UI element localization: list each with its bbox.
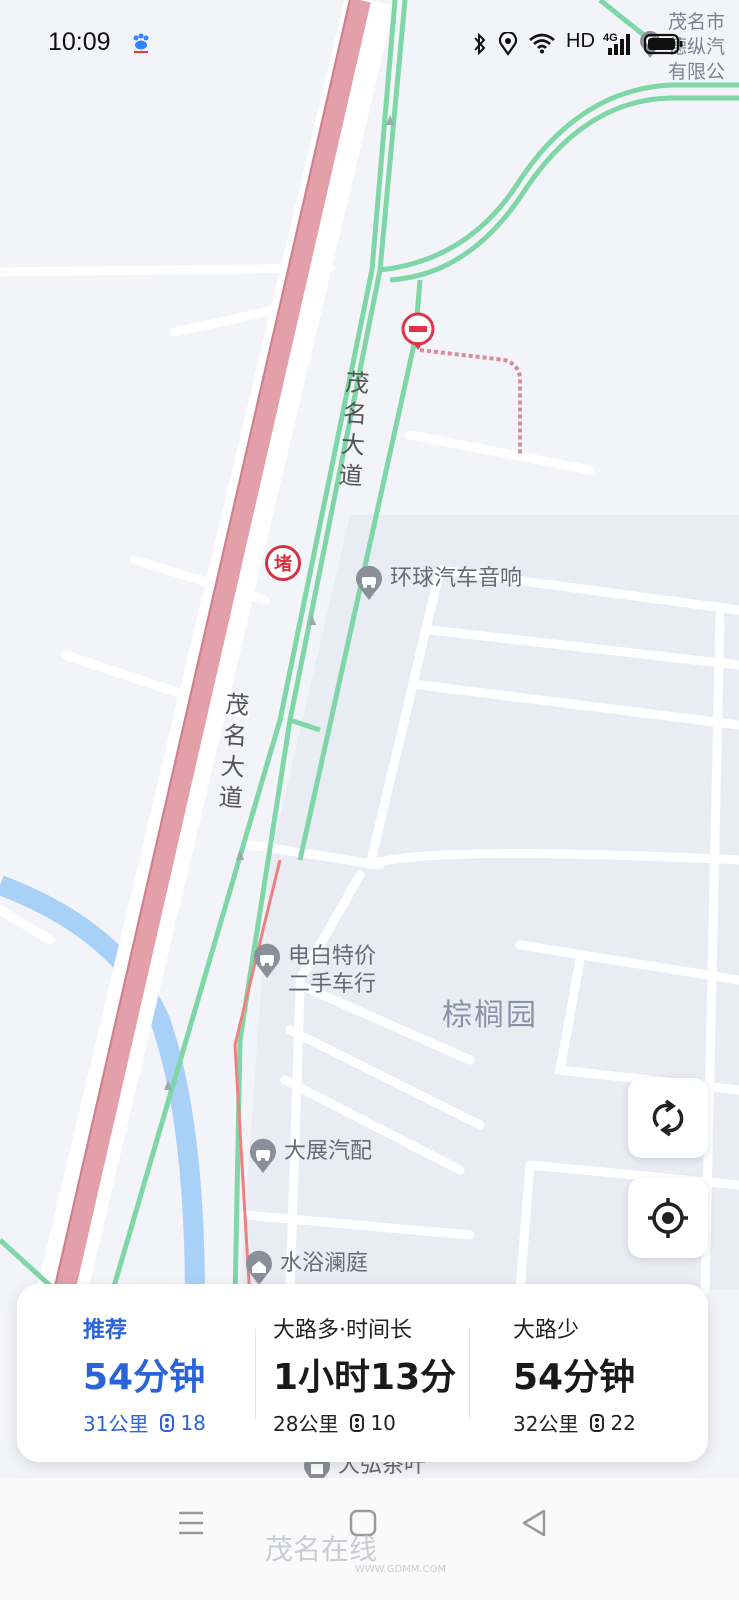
status-bar: 10:09 HD 4G [0, 0, 739, 90]
route-meta: 32公里 22 [513, 1408, 636, 1437]
watermark: 茂名在线 [265, 1533, 378, 1566]
battery-icon [644, 33, 683, 55]
refresh-button[interactable] [628, 1078, 708, 1158]
route-option-main-roads[interactable]: 大路多·时间长 1小时13分 28公里 10 [257, 1284, 471, 1462]
route-lights: 18 [180, 1410, 206, 1435]
route-meta: 31公里 18 [83, 1408, 206, 1437]
route-duration: 54分钟 [513, 1357, 636, 1398]
traffic-light-icon [590, 1413, 605, 1432]
network-label: HD [566, 30, 595, 52]
signal-icon [608, 34, 630, 55]
house-pin-icon [246, 1250, 272, 1285]
locate-button[interactable] [628, 1178, 708, 1258]
route-distance: 32公里 [513, 1412, 579, 1436]
route-lights: 22 [610, 1410, 636, 1435]
route-options-panel: 推荐 54分钟 31公里 18 大路多·时间长 1小时13分 28公里 10 大… [17, 1284, 708, 1462]
baidu-paw-icon [133, 33, 149, 53]
bluetooth-icon [474, 32, 486, 56]
poi-label: 电白特价 二手车行 [288, 944, 377, 997]
poi-label: 环球汽车音响 [390, 566, 523, 591]
menu-icon[interactable] [177, 1510, 205, 1536]
road-closure-pin[interactable] [400, 312, 436, 352]
poi-dazhan[interactable]: 大展汽配 [248, 1138, 372, 1174]
route-distance: 31公里 [83, 1412, 149, 1436]
route-option-recommended[interactable]: 推荐 54分钟 31公里 18 [17, 1284, 257, 1462]
route-tag: 推荐 [83, 1318, 128, 1343]
status-time: 10:09 [48, 28, 111, 56]
route-duration: 54分钟 [83, 1357, 206, 1398]
wifi-icon [529, 33, 555, 54]
route-tag: 大路少 [513, 1318, 580, 1343]
poi-label: 大展汽配 [284, 1139, 373, 1164]
route-duration: 1小时13分 [273, 1357, 457, 1398]
traffic-light-icon [160, 1413, 175, 1432]
poi-shuiyu[interactable]: 水浴澜庭 [244, 1250, 368, 1286]
route-divider [469, 1329, 470, 1419]
route-lights: 10 [370, 1410, 396, 1435]
route-tag: 大路多·时间长 [273, 1318, 412, 1343]
location-icon [498, 32, 518, 56]
watermark-url: WWW.GDMM.COM [355, 1564, 447, 1575]
route-option-fewer-main-roads[interactable]: 大路少 54分钟 32公里 22 [471, 1284, 708, 1462]
refresh-icon [652, 1099, 684, 1137]
car-pin-icon [356, 565, 382, 600]
poi-huanqiu[interactable]: 环球汽车音响 [354, 565, 522, 601]
poi-label: 水浴澜庭 [280, 1251, 369, 1276]
back-icon[interactable] [520, 1508, 548, 1538]
traffic-light-icon [350, 1413, 365, 1432]
locate-icon [648, 1198, 688, 1238]
route-meta: 28公里 10 [273, 1408, 396, 1437]
car-pin-icon [250, 1138, 276, 1173]
car-pin-icon [254, 943, 280, 978]
area-label: 棕榈园 [442, 998, 538, 1033]
congestion-badge: 堵 [265, 545, 301, 581]
route-divider [255, 1329, 256, 1419]
route-distance: 28公里 [273, 1412, 339, 1436]
poi-dianbai[interactable]: 电白特价 二手车行 [252, 943, 376, 999]
